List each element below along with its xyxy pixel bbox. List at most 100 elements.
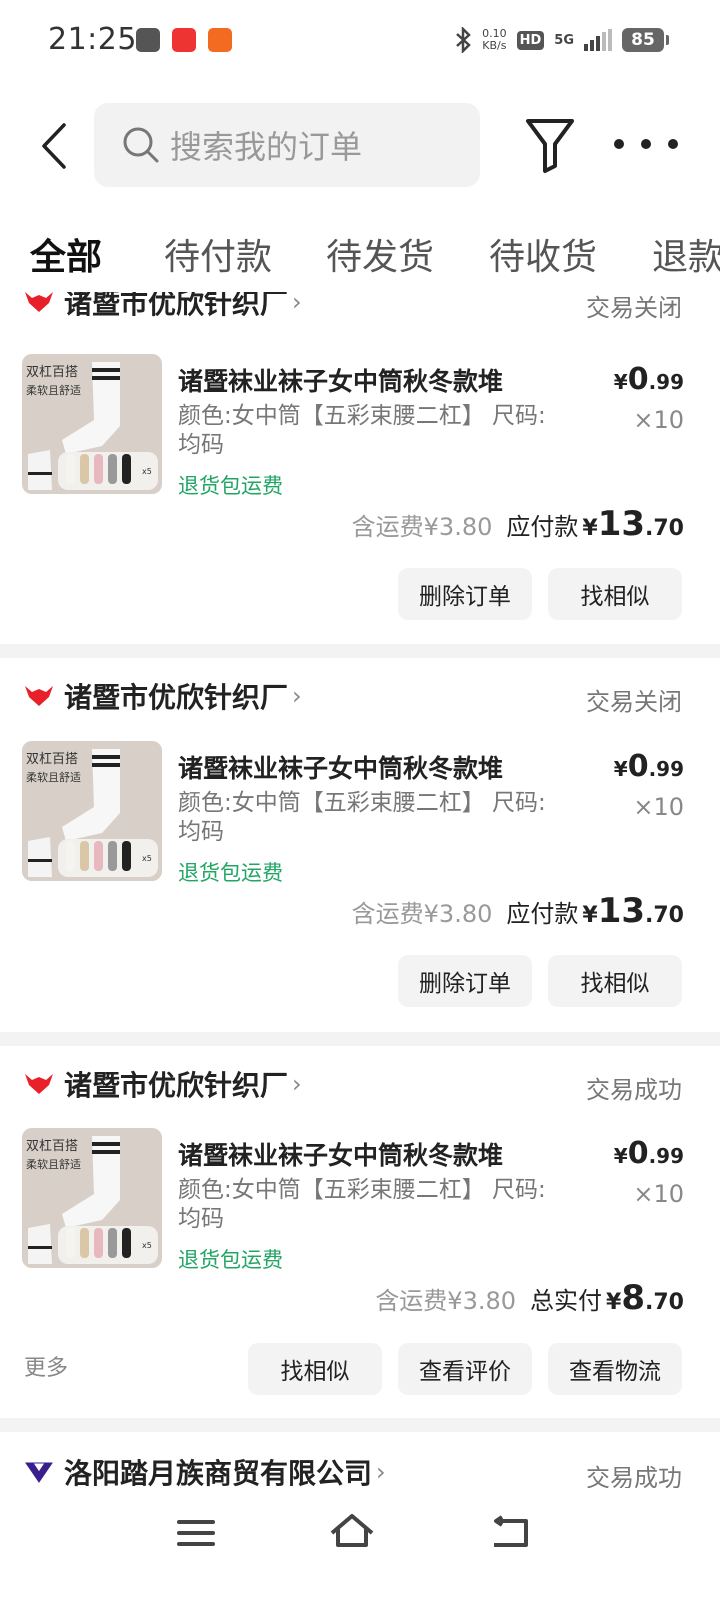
product-spec: 颜色:女中筒【五彩束腰二杠】 尺码:均码 <box>178 1177 546 1232</box>
order-status: 交易关闭 <box>586 294 682 322</box>
back-nav-button[interactable] <box>480 1508 540 1558</box>
product-image[interactable]: 双杠百搭 柔软且舒适 x5 <box>22 1128 162 1268</box>
shop-name: 诸暨市优欣针织厂 <box>64 1069 289 1102</box>
hd-badge: HD <box>516 30 545 50</box>
battery-indicator: 85 <box>622 28 669 52</box>
app-notification-icon <box>208 28 232 52</box>
find-similar-button[interactable]: 找相似 <box>248 1343 382 1395</box>
delete-order-button[interactable]: 删除订单 <box>398 568 532 620</box>
payment-label: 应付款 <box>506 513 579 541</box>
shipping-fee: 含运费¥3.80 <box>351 513 493 541</box>
thumb-text: 柔软且舒适 <box>26 770 81 784</box>
order-card[interactable]: 诸暨市优欣针织厂 › 交易成功 双杠百搭 柔软且舒适 x5 诸暨袜业袜子女中筒秋… <box>0 1046 720 1418</box>
shop-name: 洛阳踏月族商贸有限公司 <box>64 1457 373 1488</box>
chevron-left-icon <box>42 123 66 169</box>
network-type: 5G <box>554 32 574 48</box>
status-bar: 21:25 0.10 KB/s HD 5G 85 <box>0 0 720 80</box>
quantity: ×10 <box>633 1180 684 1208</box>
total-integer: 13 <box>597 504 646 544</box>
tab-all[interactable]: 全部 <box>30 228 102 280</box>
product-title[interactable]: 诸暨袜业袜子女中筒秋冬款堆 <box>178 749 503 785</box>
payment-label: 总实付 <box>530 1287 603 1315</box>
order-card[interactable]: 洛阳踏月族商贸有限公司 › 交易成功 <box>0 1432 720 1488</box>
home-icon <box>330 1514 374 1547</box>
order-total: 含运费¥3.80 应付款 ¥13.70 <box>352 891 684 931</box>
divider <box>0 1032 720 1046</box>
chevron-right-icon: › <box>292 1070 302 1098</box>
total-currency: ¥ <box>582 903 598 928</box>
find-similar-button[interactable]: 找相似 <box>548 568 682 620</box>
product-image[interactable]: 双杠百搭 柔软且舒适 x5 <box>22 741 162 881</box>
divider <box>0 644 720 658</box>
network-speed: 0.10 KB/s <box>482 28 507 52</box>
shop-row[interactable]: 洛阳踏月族商贸有限公司 › <box>24 1452 386 1488</box>
more-link[interactable]: 更多 <box>24 1350 68 1382</box>
shop-logo-icon <box>25 292 53 312</box>
chevron-right-icon: › <box>292 292 302 316</box>
thumb-count: x5 <box>142 1241 152 1250</box>
shop-logo-icon <box>25 1074 53 1094</box>
back-icon <box>494 1515 528 1547</box>
price-currency: ¥ <box>613 1144 628 1168</box>
order-status: 交易成功 <box>586 1076 682 1104</box>
thumb-count: x5 <box>142 854 152 863</box>
menu-button[interactable] <box>166 1508 226 1558</box>
shop-logo-icon <box>25 686 53 706</box>
thumb-text: 柔软且舒适 <box>26 1157 81 1171</box>
return-shipping-badge: 退货包运费 <box>178 1248 283 1272</box>
shop-row[interactable]: 诸暨市优欣针织厂 › <box>24 676 302 716</box>
delete-order-button[interactable]: 删除订单 <box>398 955 532 1007</box>
search-icon <box>122 126 160 164</box>
tab-pending-shipment[interactable]: 待发货 <box>326 228 434 280</box>
back-button[interactable] <box>34 118 74 174</box>
shop-row[interactable]: 诸暨市优欣针织厂 › <box>24 292 302 322</box>
tab-refund[interactable]: 退款 <box>652 228 720 280</box>
sock-product-image: 双杠百搭 柔软且舒适 x5 <box>22 741 162 881</box>
bluetooth-icon <box>456 27 471 53</box>
price-decimal: .99 <box>648 757 684 781</box>
tab-pending-receipt[interactable]: 待收货 <box>489 228 597 280</box>
shop-name: 诸暨市优欣针织厂 <box>64 292 289 320</box>
total-decimal: .70 <box>645 516 684 541</box>
thumb-text: 双杠百搭 <box>26 751 78 767</box>
total-currency: ¥ <box>606 1290 622 1315</box>
unit-price: ¥0.99 <box>614 1136 684 1171</box>
product-title[interactable]: 诸暨袜业袜子女中筒秋冬款堆 <box>178 1136 503 1172</box>
total-decimal: .70 <box>645 1290 684 1315</box>
filter-button[interactable] <box>524 116 576 174</box>
product-spec: 颜色:女中筒【五彩束腰二杠】 尺码:均码 <box>178 403 546 458</box>
home-button[interactable] <box>322 1508 382 1558</box>
unit-price: ¥0.99 <box>614 362 684 397</box>
network-speed-unit: KB/s <box>482 39 507 52</box>
order-total: 含运费¥3.80 应付款 ¥13.70 <box>352 504 684 544</box>
more-options-button[interactable] <box>614 128 678 160</box>
status-time: 21:25 <box>48 22 137 57</box>
search-placeholder[interactable]: 搜索我的订单 <box>170 122 362 168</box>
total-currency: ¥ <box>582 516 598 541</box>
product-title[interactable]: 诸暨袜业袜子女中筒秋冬款堆 <box>178 362 503 398</box>
order-card[interactable]: 诸暨市优欣针织厂 › 交易关闭 双杠百搭 柔软且舒适 x5 诸暨袜业袜子女中筒秋… <box>0 292 720 644</box>
view-logistics-button[interactable]: 查看物流 <box>548 1343 682 1395</box>
product-spec: 颜色:女中筒【五彩束腰二杠】 尺码:均码 <box>178 790 546 845</box>
chevron-right-icon: › <box>292 682 302 710</box>
tab-pending-payment[interactable]: 待付款 <box>164 228 272 280</box>
dot-icon <box>614 139 624 149</box>
shop-name: 诸暨市优欣针织厂 <box>64 681 289 714</box>
payment-label: 应付款 <box>506 900 579 928</box>
shipping-fee: 含运费¥3.80 <box>351 900 493 928</box>
view-review-button[interactable]: 查看评价 <box>398 1343 532 1395</box>
thumb-text: 双杠百搭 <box>26 1138 78 1154</box>
total-decimal: .70 <box>645 903 684 928</box>
shop-row[interactable]: 诸暨市优欣针织厂 › <box>24 1064 302 1104</box>
order-status: 交易成功 <box>586 1464 682 1488</box>
shop-logo-icon <box>25 1462 53 1483</box>
search-bar[interactable]: 搜索我的订单 <box>94 103 480 187</box>
unit-price: ¥0.99 <box>614 749 684 784</box>
quantity: ×10 <box>633 793 684 821</box>
price-integer: 0 <box>627 362 649 397</box>
order-card[interactable]: 诸暨市优欣针织厂 › 交易关闭 双杠百搭 柔软且舒适 x5 诸暨袜业袜子女中筒秋… <box>0 658 720 1032</box>
product-image[interactable]: 双杠百搭 柔软且舒适 x5 <box>22 354 162 494</box>
dot-icon <box>668 139 678 149</box>
find-similar-button[interactable]: 找相似 <box>548 955 682 1007</box>
order-total: 含运费¥3.80 总实付 ¥8.70 <box>375 1278 684 1318</box>
